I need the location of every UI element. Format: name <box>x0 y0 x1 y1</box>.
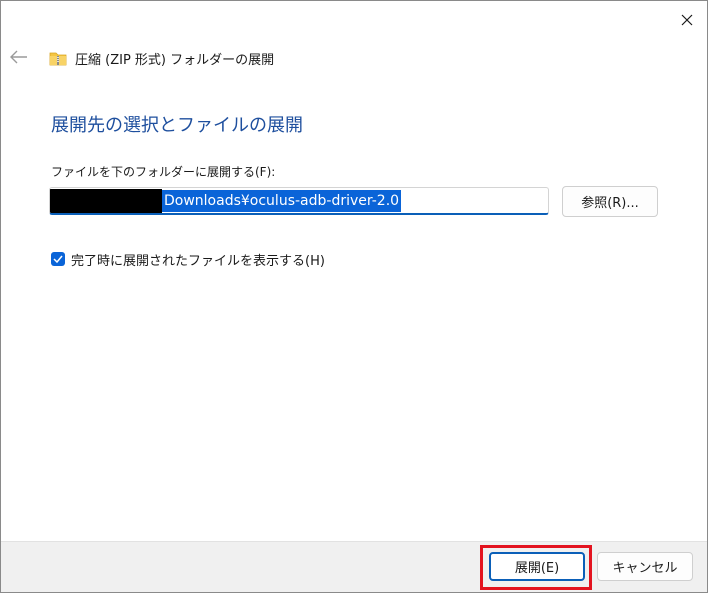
browse-button[interactable]: 参照(R)... <box>562 186 658 217</box>
destination-field-label: ファイルを下のフォルダーに展開する(F): <box>51 165 276 179</box>
show-files-checkbox-row[interactable]: 完了時に展開されたファイルを表示する(H) <box>51 250 325 269</box>
selected-path-text: Downloads¥oculus-adb-driver-2.0 <box>162 190 402 212</box>
show-files-checkbox[interactable] <box>51 252 65 266</box>
show-files-checkbox-label: 完了時に展開されたファイルを表示する(H) <box>71 253 325 269</box>
destination-path-input[interactable]: Downloads¥oculus-adb-driver-2.0 <box>49 187 549 215</box>
dialog-title-row: 圧縮 (ZIP 形式) フォルダーの展開 <box>49 48 274 68</box>
dialog-title: 圧縮 (ZIP 形式) フォルダーの展開 <box>75 52 275 68</box>
close-icon <box>681 14 693 26</box>
back-button[interactable] <box>7 45 31 69</box>
page-heading: 展開先の選択とファイルの展開 <box>51 115 303 136</box>
cancel-button[interactable]: キャンセル <box>597 552 693 581</box>
zip-folder-icon <box>49 52 67 65</box>
extract-dialog-window: 圧縮 (ZIP 形式) フォルダーの展開 展開先の選択とファイルの展開 ファイル… <box>0 0 708 593</box>
redacted-path-block <box>50 189 162 213</box>
checkmark-icon <box>53 255 63 263</box>
close-button[interactable] <box>665 1 707 39</box>
back-arrow-icon <box>10 50 27 64</box>
extract-button[interactable]: 展開(E) <box>489 552 585 581</box>
